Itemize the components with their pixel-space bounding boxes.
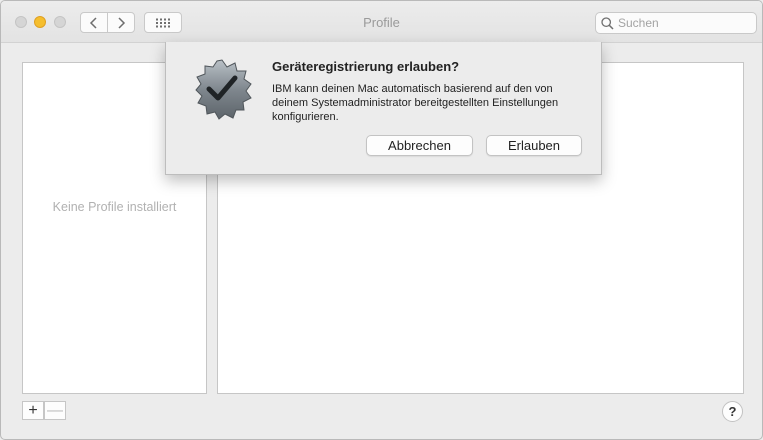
search-input[interactable] xyxy=(618,16,748,30)
allow-button[interactable]: Erlauben xyxy=(486,135,582,156)
add-profile-button[interactable]: + xyxy=(22,401,44,420)
help-button[interactable]: ? xyxy=(722,401,743,422)
dialog-title: Geräteregistrierung erlauben? xyxy=(272,59,460,74)
verified-badge-icon xyxy=(195,59,252,120)
search-field[interactable] xyxy=(595,12,757,34)
enrollment-dialog: Geräteregistrierung erlauben? IBM kann d… xyxy=(165,42,602,175)
cancel-button[interactable]: Abbrechen xyxy=(366,135,473,156)
remove-profile-button[interactable]: — xyxy=(44,401,66,420)
empty-profiles-label: Keine Profile installiert xyxy=(52,200,177,214)
search-icon xyxy=(601,16,614,30)
preferences-window: Profile Keine Profile installiert + — ? xyxy=(0,0,763,440)
titlebar: Profile xyxy=(1,1,762,43)
dialog-message: IBM kann deinen Mac automatisch basieren… xyxy=(272,83,559,123)
